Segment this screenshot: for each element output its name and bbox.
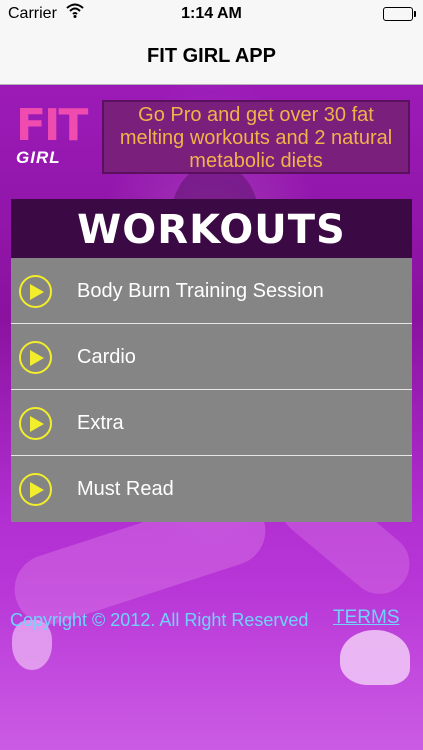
fit-girl-logo: FIT GIRL bbox=[14, 100, 88, 170]
logo-girl-text: GIRL bbox=[16, 148, 61, 167]
page-title: FIT GIRL APP bbox=[147, 45, 276, 67]
terms-link[interactable]: TERMS bbox=[333, 607, 400, 629]
copyright-text: Copyright © 2012. All Right Reserved bbox=[10, 610, 309, 630]
battery-icon bbox=[383, 7, 416, 21]
list-item-body-burn[interactable]: Body Burn Training Session bbox=[11, 258, 412, 324]
arrow-right-circle-icon bbox=[19, 473, 52, 506]
arrow-right-circle-icon bbox=[19, 341, 52, 374]
list-item-label: Extra bbox=[77, 412, 124, 434]
list-item-label: Body Burn Training Session bbox=[77, 280, 324, 302]
list-item-must-read[interactable]: Must Read bbox=[11, 456, 412, 522]
navigation-bar: FIT GIRL APP bbox=[0, 30, 423, 85]
workouts-list: Body Burn Training Session Cardio Extra … bbox=[11, 258, 412, 522]
status-time: 1:14 AM bbox=[181, 5, 242, 22]
workouts-header: WORKOUTS bbox=[11, 199, 412, 258]
list-item-label: Cardio bbox=[77, 346, 136, 368]
list-item-label: Must Read bbox=[77, 478, 174, 500]
app-screen: Carrier 1:14 AM FIT GIRL APP FIT GIRL Go… bbox=[0, 0, 423, 750]
arrow-right-circle-icon bbox=[19, 407, 52, 440]
status-bar: Carrier 1:14 AM bbox=[0, 0, 423, 30]
list-item-cardio[interactable]: Cardio bbox=[11, 324, 412, 390]
arrow-right-circle-icon bbox=[19, 275, 52, 308]
logo-fit-text: FIT bbox=[16, 100, 88, 151]
list-item-extra[interactable]: Extra bbox=[11, 390, 412, 456]
go-pro-banner[interactable]: Go Pro and get over 30 fat melting worko… bbox=[102, 100, 410, 174]
